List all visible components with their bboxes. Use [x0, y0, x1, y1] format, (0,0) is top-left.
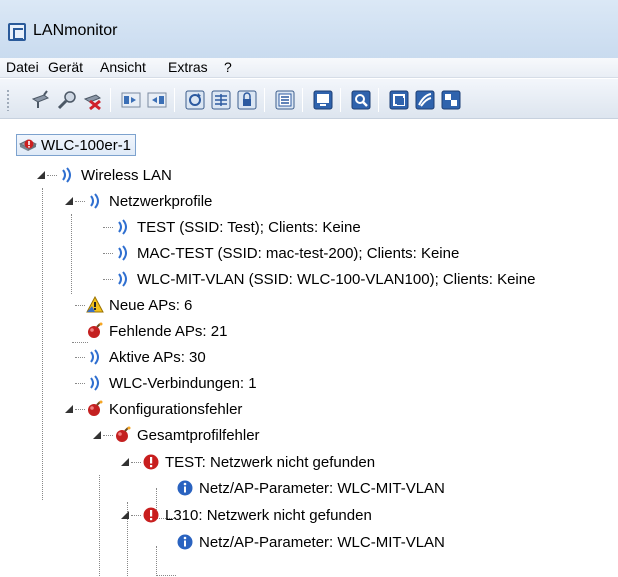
expand-arrow-icon[interactable] [64, 377, 74, 389]
tree-node-label: MAC-TEST (SSID: mac-test-200); Clients: … [137, 244, 460, 262]
find-icon[interactable] [350, 89, 372, 111]
collapse-arrow-icon[interactable] [120, 510, 130, 520]
bomb-icon [86, 400, 104, 418]
remove-device-icon[interactable] [82, 89, 104, 111]
bomb-icon [86, 322, 104, 340]
tree-node-wlc-verbindungen[interactable]: WLC-Verbindungen: 1 [64, 370, 257, 396]
tree-node-wireless-lan[interactable]: Wireless LAN [36, 162, 172, 188]
list-icon[interactable] [274, 89, 296, 111]
wireless-icon [114, 218, 132, 236]
tree-node-label: TEST: Netzwerk nicht gefunden [165, 453, 376, 471]
tree-node-parameter-1[interactable]: Netz/AP-Parameter: WLC-MIT-VLAN [176, 475, 445, 501]
tree-node-label: Netz/AP-Parameter: WLC-MIT-VLAN [199, 533, 445, 551]
menu-help[interactable]: ? [222, 59, 234, 75]
tree-node-label: TEST (SSID: Test); Clients: Keine [137, 218, 361, 236]
info-icon [176, 533, 194, 551]
wireless-icon [114, 244, 132, 262]
menu-extras[interactable]: Extras [166, 59, 210, 75]
expand-arrow-icon[interactable] [92, 273, 102, 285]
title-bar: LANmonitor [0, 0, 618, 58]
wireless-icon [86, 192, 104, 210]
tree-node-error-test[interactable]: TEST: Netzwerk nicht gefunden [120, 449, 375, 475]
device-tree: WLC-100er-1 Wireless LAN Netzwerkprofile… [0, 120, 618, 577]
bomb-icon [114, 426, 132, 444]
wireless-icon [86, 374, 104, 392]
tree-root-label: WLC-100er-1 [41, 136, 132, 154]
expand-arrow-icon[interactable] [92, 247, 102, 259]
table-icon[interactable] [210, 89, 232, 111]
tree-node-profile-test[interactable]: TEST (SSID: Test); Clients: Keine [92, 214, 361, 240]
monitor-icon[interactable] [312, 89, 334, 111]
collapse-arrow-icon[interactable] [36, 170, 46, 180]
menu-bar: Datei Gerät Ansicht Extras ? [0, 58, 618, 78]
expand-icon[interactable] [146, 89, 168, 111]
expand-arrow-icon[interactable] [64, 351, 74, 363]
expand-arrow-icon[interactable] [92, 221, 102, 233]
collapse-arrow-icon[interactable] [120, 457, 130, 467]
tree-node-profile-wlc-mit-vlan[interactable]: WLC-MIT-VLAN (SSID: WLC-100-VLAN100); Cl… [92, 266, 535, 292]
info-icon [176, 479, 194, 497]
tree-node-parameter-2[interactable]: Netz/AP-Parameter: WLC-MIT-VLAN [176, 529, 445, 555]
collapse-arrow-icon[interactable] [64, 196, 74, 206]
window-title: LANmonitor [33, 22, 118, 39]
device-c-icon[interactable] [440, 89, 462, 111]
tree-node-label: WLC-Verbindungen: 1 [109, 374, 257, 392]
tree-node-konfigurationsfehler[interactable]: Konfigurationsfehler [64, 396, 242, 422]
tree-node-neue-aps[interactable]: Neue APs: 6 [64, 292, 192, 318]
toolbar [0, 79, 618, 119]
wireless-icon [58, 166, 76, 184]
device-a-icon[interactable] [388, 89, 410, 111]
wireless-icon [86, 348, 104, 366]
menu-ansicht[interactable]: Ansicht [98, 59, 148, 75]
error-icon [142, 453, 160, 471]
collapse-icon[interactable] [120, 89, 142, 111]
search-device-icon[interactable] [56, 89, 78, 111]
toolbar-grip[interactable] [6, 89, 10, 111]
lock-icon[interactable] [236, 89, 258, 111]
collapse-arrow-icon[interactable] [92, 430, 102, 440]
tree-node-label: Gesamtprofilfehler [137, 426, 260, 444]
expand-arrow-icon[interactable] [64, 299, 74, 311]
wireless-icon [114, 270, 132, 288]
menu-geraet[interactable]: Gerät [46, 59, 85, 75]
device-error-icon [19, 136, 37, 154]
tree-node-label: Netz/AP-Parameter: WLC-MIT-VLAN [199, 479, 445, 497]
tree-node-profile-mac-test[interactable]: MAC-TEST (SSID: mac-test-200); Clients: … [92, 240, 459, 266]
tree-node-label: Netzwerkprofile [109, 192, 213, 210]
tree-node-error-l310[interactable]: L310: Netzwerk nicht gefunden [120, 502, 372, 528]
tree-node-aktive-aps[interactable]: Aktive APs: 30 [64, 344, 206, 370]
refresh-icon[interactable] [184, 89, 206, 111]
tree-root[interactable]: WLC-100er-1 [16, 134, 137, 156]
tree-node-fehlende-aps[interactable]: Fehlende APs: 21 [86, 318, 227, 344]
connect-device-icon[interactable] [30, 89, 52, 111]
tree-node-netzwerkprofile[interactable]: Netzwerkprofile [64, 188, 212, 214]
tree-node-label: WLC-MIT-VLAN (SSID: WLC-100-VLAN100); Cl… [137, 270, 536, 288]
device-b-icon[interactable] [414, 89, 436, 111]
tree-node-label: Wireless LAN [81, 166, 172, 184]
tree-node-label: Aktive APs: 30 [109, 348, 206, 366]
warning-icon [86, 296, 104, 314]
tree-node-gesamtprofilfehler[interactable]: Gesamtprofilfehler [92, 422, 260, 448]
tree-node-label: Konfigurationsfehler [109, 400, 243, 418]
error-icon [142, 506, 160, 524]
collapse-arrow-icon[interactable] [64, 404, 74, 414]
tree-node-label: L310: Netzwerk nicht gefunden [165, 506, 372, 524]
tree-node-label: Neue APs: 6 [109, 296, 193, 314]
app-icon [8, 23, 26, 41]
menu-datei[interactable]: Datei [4, 59, 41, 75]
tree-node-label: Fehlende APs: 21 [109, 322, 228, 340]
